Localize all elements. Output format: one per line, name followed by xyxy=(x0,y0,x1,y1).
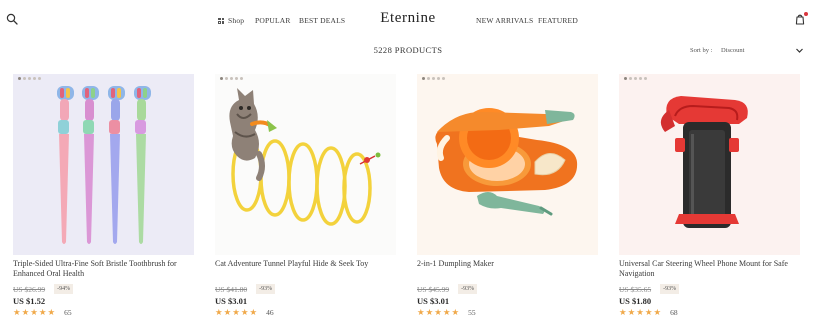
discount-badge: -94% xyxy=(54,284,74,294)
product-image-toothbrush[interactable] xyxy=(13,74,194,255)
product-image-cat-tunnel[interactable] xyxy=(215,74,396,255)
cart-badge xyxy=(804,12,808,16)
original-price: US $45.99 xyxy=(417,284,450,294)
star-icon: ★ xyxy=(13,307,21,317)
star-icon: ★ xyxy=(223,307,232,317)
star-icon: ★ xyxy=(38,307,47,317)
star-icon: ★ xyxy=(215,307,223,317)
price-row: US $45.99 -93% xyxy=(417,284,478,294)
original-price: US $41.80 xyxy=(215,284,248,294)
discount-badge: -93% xyxy=(256,284,276,294)
chevron-down-icon[interactable] xyxy=(795,46,804,55)
star-rating: ★ ★ ★ ★ ★ xyxy=(215,307,257,317)
sort-select[interactable]: Discount xyxy=(721,47,744,54)
site-logo[interactable]: Eternine xyxy=(0,10,816,27)
star-icon: ★ xyxy=(240,307,249,317)
nav-new-arrivals[interactable]: NEW ARRIVALS xyxy=(476,16,533,25)
product-card[interactable]: Triple-Sided Ultra-Fine Soft Bristle Too… xyxy=(13,74,194,317)
product-title[interactable]: 2-in-1 Dumpling Maker xyxy=(417,259,607,269)
star-icon: ★ xyxy=(644,307,653,317)
rating: ★ ★ ★ ★ ★ 68 xyxy=(619,307,678,317)
cat-tunnel-illustration xyxy=(229,88,381,226)
star-icon: ★ xyxy=(653,307,662,317)
star-icon: ★ xyxy=(442,307,451,317)
product-image-dumpling-maker[interactable] xyxy=(417,74,598,255)
review-count: 65 xyxy=(64,307,72,317)
star-icon: ★ xyxy=(434,307,442,317)
price-row: US $35.65 -93% xyxy=(619,284,680,294)
rating: ★ ★ ★ ★ ★ 55 xyxy=(417,307,476,317)
image-carousel-dots[interactable] xyxy=(18,77,41,80)
star-icon: ★ xyxy=(21,307,30,317)
product-title[interactable]: Triple-Sided Ultra-Fine Soft Bristle Too… xyxy=(13,259,203,279)
product-title[interactable]: Universal Car Steering Wheel Phone Mount… xyxy=(619,259,809,279)
toothbrush-illustration xyxy=(57,86,151,244)
product-card[interactable]: 2-in-1 Dumpling Maker US $45.99 -93% US … xyxy=(417,74,598,317)
star-icon: ★ xyxy=(417,307,425,317)
sort-label: Sort by : xyxy=(690,47,713,54)
image-carousel-dots[interactable] xyxy=(220,77,243,80)
sale-price: US $1.52 xyxy=(13,296,46,306)
original-price: US $26.99 xyxy=(13,284,46,294)
rating: ★ ★ ★ ★ ★ 46 xyxy=(215,307,274,317)
star-icon: ★ xyxy=(47,307,56,317)
site-header: Shop POPULAR BEST DEALS Eternine NEW ARR… xyxy=(0,0,816,40)
discount-badge: -93% xyxy=(458,284,478,294)
star-icon: ★ xyxy=(425,307,434,317)
price-row: US $26.99 -94% xyxy=(13,284,74,294)
image-carousel-dots[interactable] xyxy=(624,77,647,80)
price-row: US $41.80 -93% xyxy=(215,284,276,294)
star-icon: ★ xyxy=(232,307,240,317)
star-icon: ★ xyxy=(249,307,258,317)
review-count: 46 xyxy=(266,307,274,317)
star-rating: ★ ★ ★ ★ ★ xyxy=(13,307,55,317)
review-count: 55 xyxy=(468,307,476,317)
product-title[interactable]: Cat Adventure Tunnel Playful Hide & Seek… xyxy=(215,259,405,269)
sale-price: US $3.01 xyxy=(417,296,450,306)
phone-mount-illustration xyxy=(660,96,748,228)
original-price: US $35.65 xyxy=(619,284,652,294)
star-icon: ★ xyxy=(451,307,460,317)
sale-price: US $3.01 xyxy=(215,296,248,306)
star-icon: ★ xyxy=(30,307,38,317)
product-image-phone-mount[interactable] xyxy=(619,74,800,255)
product-card[interactable]: Cat Adventure Tunnel Playful Hide & Seek… xyxy=(215,74,396,317)
star-rating: ★ ★ ★ ★ ★ xyxy=(619,307,661,317)
discount-badge: -93% xyxy=(660,284,680,294)
image-carousel-dots[interactable] xyxy=(422,77,445,80)
product-card[interactable]: Universal Car Steering Wheel Phone Mount… xyxy=(619,74,800,317)
star-icon: ★ xyxy=(619,307,627,317)
star-icon: ★ xyxy=(627,307,636,317)
sale-price: US $1.80 xyxy=(619,296,652,306)
star-rating: ★ ★ ★ ★ ★ xyxy=(417,307,459,317)
rating: ★ ★ ★ ★ ★ 65 xyxy=(13,307,72,317)
star-icon: ★ xyxy=(636,307,644,317)
review-count: 68 xyxy=(670,307,678,317)
nav-featured[interactable]: FEATURED xyxy=(538,16,578,25)
dumpling-maker-illustration xyxy=(435,108,578,216)
